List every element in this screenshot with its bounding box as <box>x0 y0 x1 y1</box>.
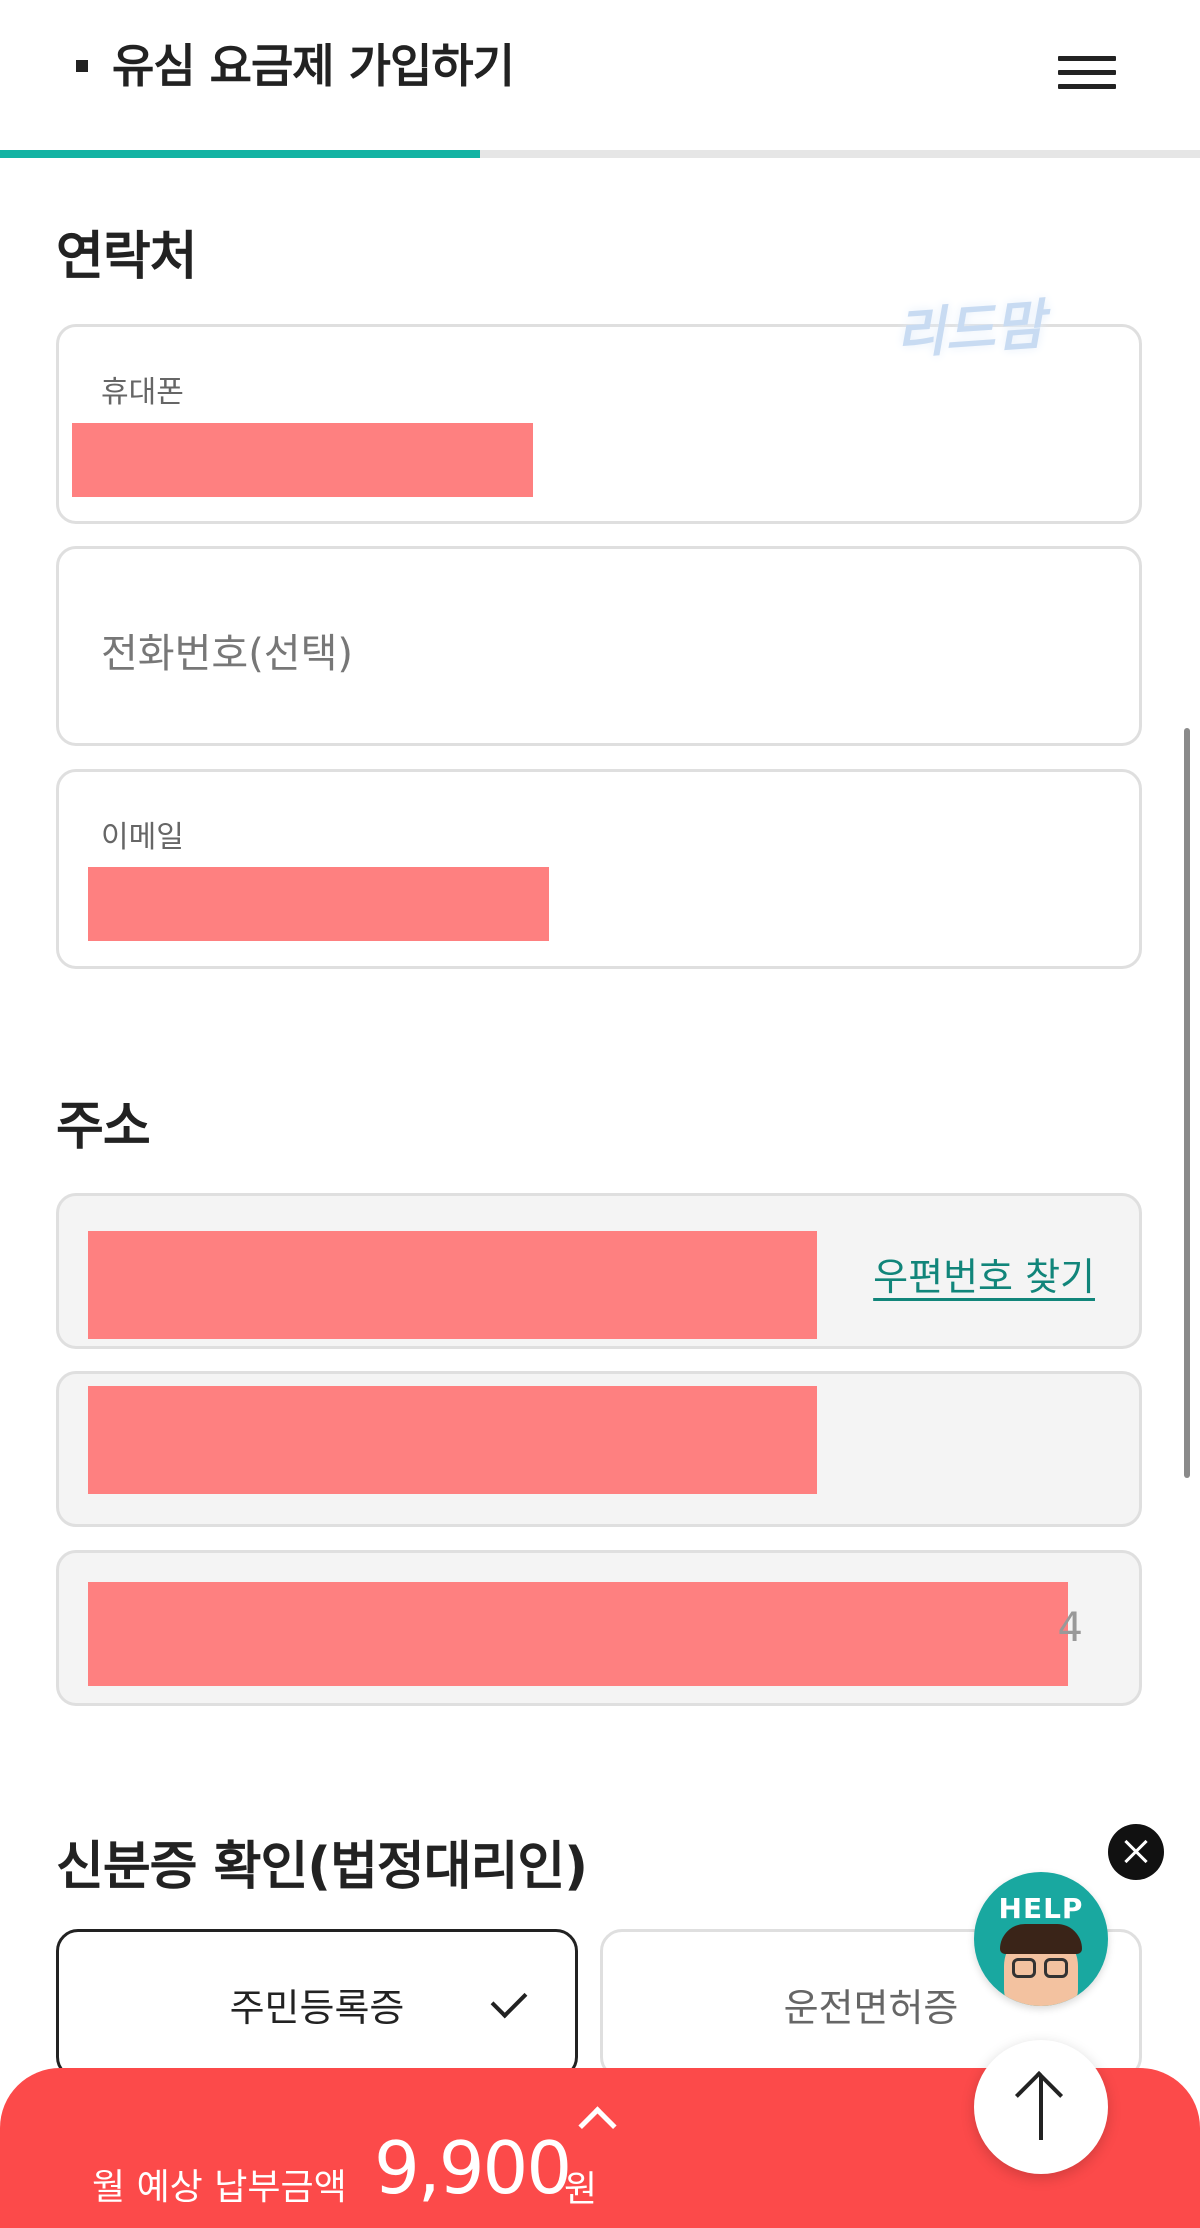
contact-section-title: 연락처 <box>56 227 198 287</box>
glasses-icon <box>1044 1958 1068 1978</box>
zipcode-field[interactable]: 우편번호 찾기 <box>56 1193 1142 1349</box>
address-line-field[interactable] <box>56 1371 1142 1527</box>
glasses-icon <box>1012 1958 1036 1978</box>
mobile-field-label: 휴대폰 <box>101 375 184 410</box>
header-bullet-icon <box>76 60 88 72</box>
phone-field-placeholder: 전화번호(선택) <box>101 631 354 677</box>
arrow-up-icon-shaft <box>1039 2076 1043 2140</box>
close-help-icon[interactable] <box>1108 1824 1164 1880</box>
chevron-up-icon[interactable] <box>578 2106 617 2145</box>
scroll-to-top-button[interactable] <box>974 2040 1108 2174</box>
address-value-redacted <box>88 1386 817 1494</box>
mobile-value-redacted <box>72 423 533 497</box>
payment-label: 월 예상 납부금액 <box>92 2167 347 2208</box>
check-icon <box>490 1981 528 2019</box>
help-button[interactable]: HELP <box>974 1872 1108 2006</box>
address-detail-tail: 4 <box>1057 1605 1083 1651</box>
help-label: HELP <box>998 1892 1084 1925</box>
id-option-label: 주민등록증 <box>229 1985 405 2030</box>
email-value-redacted <box>88 867 549 941</box>
address-detail-field[interactable]: 4 <box>56 1550 1142 1706</box>
payment-unit: 원 <box>564 2169 598 2210</box>
payment-amount: 9,900 <box>374 2126 572 2210</box>
hamburger-menu-icon[interactable] <box>1058 52 1118 92</box>
progress-bar-fill <box>0 150 480 158</box>
page-title: 유심 요금제 가입하기 <box>112 39 515 93</box>
progress-bar <box>0 150 1200 158</box>
watermark-logo: 리드맘 <box>893 292 1047 367</box>
email-field[interactable]: 이메일 <box>56 769 1142 969</box>
id-option-label: 운전면허증 <box>783 1985 959 2030</box>
scrollbar[interactable] <box>1184 728 1190 1478</box>
zipcode-value-redacted <box>88 1231 817 1339</box>
phone-field[interactable]: 전화번호(선택) <box>56 546 1142 746</box>
id-check-section-title: 신분증 확인(법정대리인) <box>56 1837 588 1897</box>
email-field-label: 이메일 <box>101 820 184 855</box>
address-detail-redacted <box>88 1582 1068 1686</box>
zipcode-search-link[interactable]: 우편번호 찾기 <box>873 1246 1095 1301</box>
address-section-title: 주소 <box>56 1097 151 1157</box>
help-avatar-hair <box>1000 1924 1082 1954</box>
id-option-resident-card[interactable]: 주민등록증 <box>56 1929 578 2079</box>
